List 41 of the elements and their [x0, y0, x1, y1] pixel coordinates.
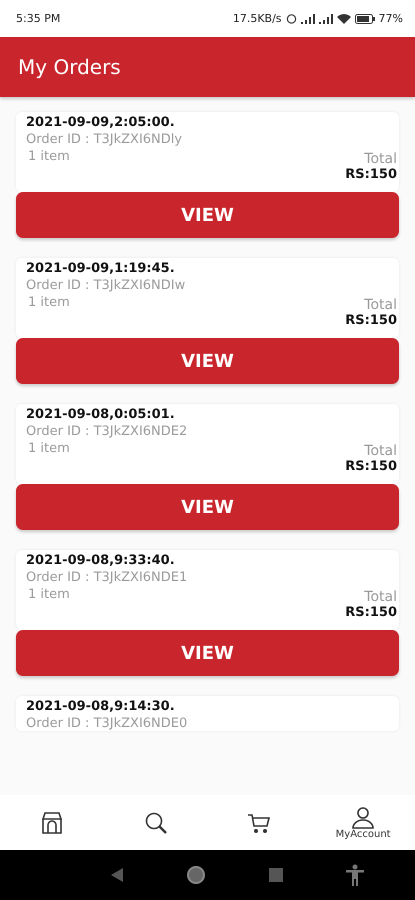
network-speed: 17.5KB/s [232, 12, 282, 25]
order-date: 2021-09-09,1:19:45. [26, 261, 176, 276]
order-date: 2021-09-08,9:33:40. [26, 553, 176, 568]
back-icon[interactable] [111, 868, 124, 882]
order-id: Order ID : T3JkZXI6NDly [26, 132, 184, 147]
view-button[interactable]: VIEW [16, 630, 399, 676]
total-label: Total [364, 589, 397, 605]
total-amount: RS:150 [345, 313, 397, 328]
home-icon[interactable] [186, 865, 206, 885]
order-id: Order ID : T3JkZXI6NDE1 [26, 570, 188, 585]
search-icon [142, 810, 169, 836]
item-count: 1 item [28, 441, 70, 456]
recents-icon[interactable] [268, 868, 283, 882]
total-amount: RS:150 [345, 167, 397, 182]
total-label: Total [364, 297, 397, 313]
total-label: Total [364, 443, 397, 459]
view-button[interactable]: VIEW [16, 484, 399, 530]
page-title: My Orders [18, 55, 121, 79]
order-id: Order ID : T3JkZXI6NDE0 [26, 716, 188, 731]
total-label: Total [364, 151, 397, 167]
signal-icon [318, 14, 333, 24]
accessibility-icon[interactable] [346, 864, 364, 886]
order-date: 2021-09-08,9:14:30. [26, 699, 176, 714]
order-id: Order ID : T3JkZXI6NDIw [26, 278, 186, 293]
nav-item[interactable]: MyAccount [323, 805, 404, 840]
signal-icon [300, 14, 315, 24]
item-count: 1 item [28, 149, 70, 164]
view-button[interactable]: VIEW [16, 338, 399, 384]
total-amount: RS:150 [345, 459, 397, 474]
battery-icon [354, 14, 375, 24]
view-button[interactable]: VIEW [16, 192, 399, 238]
item-count: 1 item [28, 587, 70, 602]
item-count: 1 item [28, 295, 70, 310]
status-time: 5:35 PM [16, 12, 60, 25]
total-amount: RS:150 [345, 605, 397, 620]
wifi-icon [336, 14, 351, 24]
order-date: 2021-09-09,2:05:00. [26, 115, 176, 130]
person-icon [351, 805, 376, 829]
order-id: Order ID : T3JkZXI6NDE2 [26, 424, 188, 439]
battery-level: 77% [378, 12, 403, 25]
order-date: 2021-09-08,0:05:01. [26, 407, 176, 422]
